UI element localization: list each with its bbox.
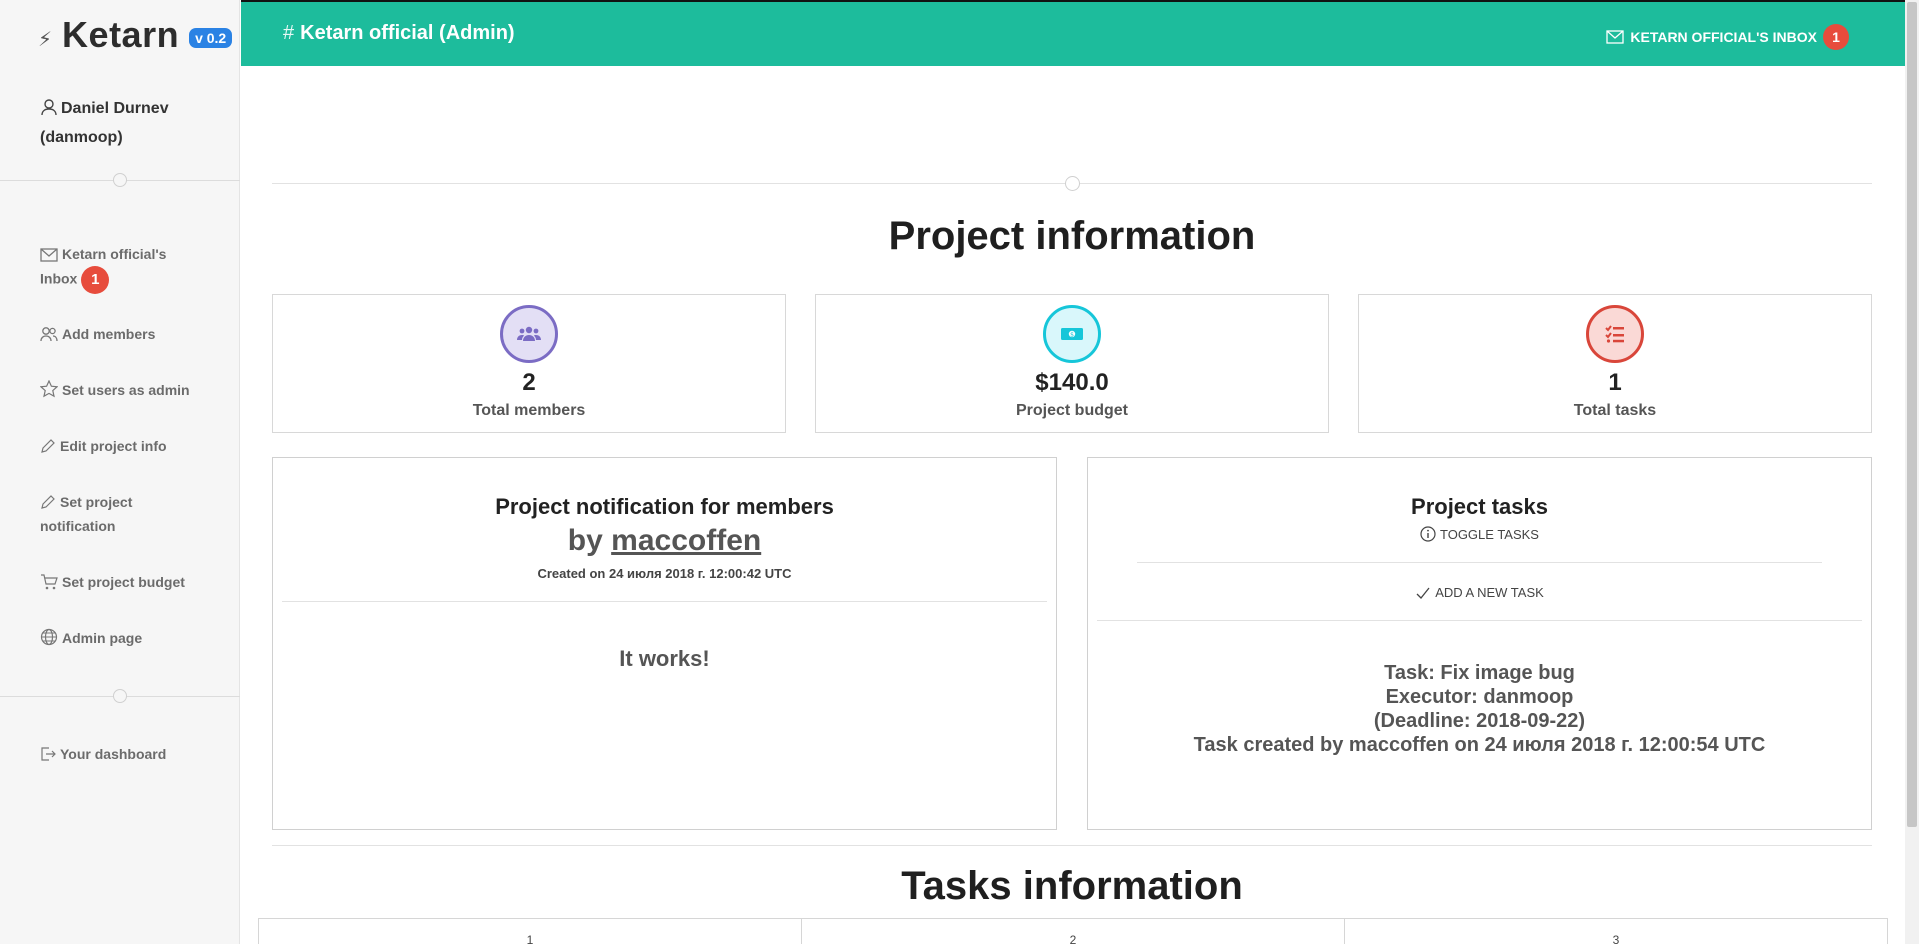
tasks-table-header: 1 2 3 — [258, 918, 1888, 944]
page-scrollbar[interactable] — [1905, 0, 1919, 944]
stat-value: 2 — [522, 369, 536, 396]
check-icon — [1416, 587, 1430, 599]
inbox-link[interactable]: KETARN OFFICIAL'S INBOX 1 — [1606, 24, 1849, 50]
sidebar-divider — [0, 173, 240, 187]
project-heading: Project information — [888, 214, 1256, 258]
notification-panel: Project notification for members by macc… — [272, 457, 1057, 830]
tasks-title: Project tasks — [1411, 494, 1548, 519]
task-name: Task: Fix image bug — [1384, 662, 1575, 684]
stat-label: Total members — [472, 402, 586, 419]
inbox-badge: 1 — [1823, 24, 1849, 50]
pencil-icon — [41, 439, 55, 453]
stat-value: 1 — [1608, 369, 1622, 396]
inbox-badge: 1 — [81, 266, 110, 294]
panel-divider — [1137, 562, 1822, 563]
notification-message: It works! — [619, 646, 710, 671]
user-icon — [41, 99, 57, 116]
pencil-icon — [41, 495, 55, 509]
stat-value: $140.0 — [1035, 369, 1109, 396]
sidebar-item-set-admin[interactable]: Set users as admin — [39, 378, 200, 402]
sidebar-item-add-members[interactable]: Add members — [40, 322, 200, 346]
bolt-icon: ⚡︎ — [38, 28, 53, 51]
sidebar-item-inbox[interactable]: Ketarn official's Inbox 1 — [40, 242, 200, 294]
notification-title: Project notification for members — [495, 494, 834, 519]
panel-divider — [282, 601, 1047, 602]
star-icon — [39, 379, 59, 398]
version-badge: v 0.2 — [189, 28, 233, 48]
task-deadline: (Deadline: 2018-09-22) — [1373, 710, 1586, 732]
tasks-icon — [1586, 305, 1644, 363]
task-item: Task: Fix image bug Executor: danmoop (D… — [1088, 661, 1871, 757]
stat-project-budget: $ $140.0 Project budget — [815, 294, 1329, 433]
sidebar-divider — [0, 689, 240, 703]
hash-icon: # — [283, 22, 295, 44]
section-divider — [272, 845, 1872, 846]
envelope-icon — [1606, 30, 1625, 44]
top-bar: # Ketarn official (Admin) KETARN OFFICIAL… — [241, 0, 1905, 66]
svg-text:$: $ — [1070, 332, 1074, 339]
stat-label: Project budget — [1015, 402, 1128, 419]
add-task-button[interactable]: ADD A NEW TASK — [1088, 585, 1871, 600]
notification-author-line: by maccoffen — [567, 524, 762, 557]
brand-name: Ketarn — [62, 14, 180, 55]
scrollbar-thumb[interactable] — [1907, 2, 1917, 827]
sidebar-item-set-budget[interactable]: Set project budget — [40, 570, 200, 594]
tasks-column: 2 — [802, 919, 1345, 944]
money-icon: $ — [1043, 305, 1101, 363]
sign-out-icon — [41, 747, 56, 761]
toggle-tasks-button[interactable]: TOGGLE TASKS — [1088, 526, 1871, 542]
user-name: Daniel Durnev (danmoop) — [40, 99, 169, 146]
task-executor: Executor: danmoop — [1385, 686, 1574, 708]
stat-total-tasks: 1 Total tasks — [1358, 294, 1872, 433]
tasks-panel: Project tasks TOGGLE TASKS ADD A NEW TAS… — [1087, 457, 1872, 830]
globe-icon — [40, 628, 58, 646]
sidebar-item-edit-project[interactable]: Edit project info — [40, 434, 200, 458]
sidebar: ⚡︎ Ketarn v 0.2 Daniel Durnev (danmoop) … — [0, 0, 240, 944]
cart-icon — [41, 574, 58, 590]
sidebar-item-set-notification[interactable]: Set project notification — [40, 490, 200, 538]
author-link[interactable]: maccoffen — [611, 524, 761, 557]
panel-divider — [1097, 620, 1862, 621]
sidebar-item-dashboard[interactable]: Your dashboard — [40, 742, 200, 766]
info-icon — [1420, 526, 1436, 542]
tasks-heading: Tasks information — [901, 864, 1243, 908]
users-icon — [500, 305, 558, 363]
notification-created: Created on 24 июля 2018 г. 12:00:42 UTC — [537, 566, 792, 581]
stat-label: Total tasks — [1573, 402, 1657, 419]
envelope-icon — [40, 248, 58, 262]
users-icon — [40, 327, 58, 342]
sidebar-item-admin-page[interactable]: Admin page — [40, 626, 200, 650]
main-divider — [272, 176, 1872, 191]
brand[interactable]: ⚡︎ Ketarn v 0.2 — [38, 14, 233, 56]
task-created: Task created by maccoffen on 24 июля 201… — [1193, 734, 1766, 756]
stat-total-members: 2 Total members — [272, 294, 786, 433]
tasks-column: 3 — [1612, 933, 1620, 944]
project-title: # Ketarn official (Admin) — [283, 22, 515, 44]
tasks-column: 1 — [259, 919, 802, 944]
